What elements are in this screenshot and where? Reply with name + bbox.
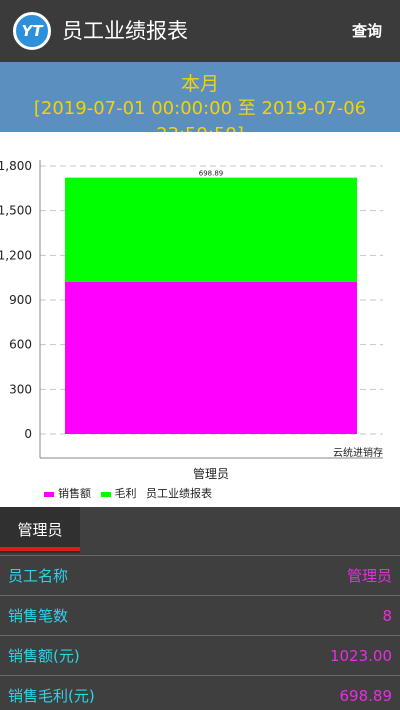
bar-value-label: 698.89 — [199, 170, 224, 178]
app-logo-icon: YT — [13, 12, 51, 50]
row-value: 1023.00 — [329, 647, 392, 665]
row-value: 管理员 — [346, 567, 392, 585]
query-button[interactable]: 查询 — [352, 19, 382, 43]
chart-description: 云统进销存 — [333, 446, 383, 459]
legend-label-profit: 毛利 — [114, 487, 137, 500]
row-gross-profit: 销售毛利(元) 698.89 — [0, 675, 400, 710]
chart-legend: 销售额 毛利 员工业绩报表 — [44, 487, 212, 501]
y-tick-label: 0 — [24, 427, 32, 441]
x-category-label: 管理员 — [193, 466, 229, 481]
period-banner[interactable]: 本月 [2019-07-01 00:00:00 至 2019-07-06 23:… — [0, 62, 400, 145]
period-label: 本月 — [180, 73, 219, 95]
legend-label-sales: 销售额 — [58, 487, 91, 500]
page-title: 员工业绩报表 — [62, 19, 188, 43]
row-sales-count: 销售笔数 8 — [0, 595, 400, 635]
y-tick-label: 1,200 — [0, 248, 32, 262]
tab-active-indicator — [0, 547, 80, 551]
app-header: YT 员工业绩报表 查询 — [0, 0, 400, 62]
row-label: 员工名称 — [8, 567, 69, 585]
row-sales-amount: 销售额(元) 1023.00 — [0, 635, 400, 675]
legend-swatch-sales — [44, 491, 54, 497]
chart-bars: 1023.00698.89 — [65, 170, 357, 434]
y-tick-label: 1,500 — [0, 204, 32, 218]
legend-item-profit: 毛利 — [100, 487, 137, 500]
y-tick-label: 1,800 — [0, 159, 32, 173]
tab-strip — [80, 507, 400, 553]
chart-canvas: 1023.00698.89 0 300 600 900 1,200 1,500 1,800 管… — [0, 159, 383, 481]
row-employee-name: 员工名称 管理员 — [0, 555, 400, 595]
row-value: 8 — [382, 607, 392, 625]
y-tick-label: 600 — [9, 338, 32, 352]
legend-title: 员工业绩报表 — [146, 487, 212, 500]
legend-item-sales: 销售额 — [44, 487, 91, 500]
detail-panel: 管理员 员工名称 管理员 销售笔数 8 销售额(元) 1023.00 销售毛利(… — [0, 507, 400, 710]
y-tick-label: 900 — [9, 293, 32, 307]
logo-text: YT — [21, 22, 43, 40]
bar-segment-profit — [65, 177, 357, 282]
tab-label: 管理员 — [17, 521, 63, 539]
row-label: 销售毛利(元) — [8, 687, 95, 705]
row-label: 销售额(元) — [8, 647, 80, 665]
performance-chart: 1023.00698.89 0 300 600 900 1,200 1,500 1,800 管… — [0, 132, 400, 507]
y-tick-label: 300 — [9, 382, 32, 396]
row-value: 698.89 — [339, 687, 393, 705]
bar-segment-sales — [65, 281, 357, 434]
legend-swatch-profit — [100, 491, 111, 497]
row-label: 销售笔数 — [8, 607, 69, 625]
